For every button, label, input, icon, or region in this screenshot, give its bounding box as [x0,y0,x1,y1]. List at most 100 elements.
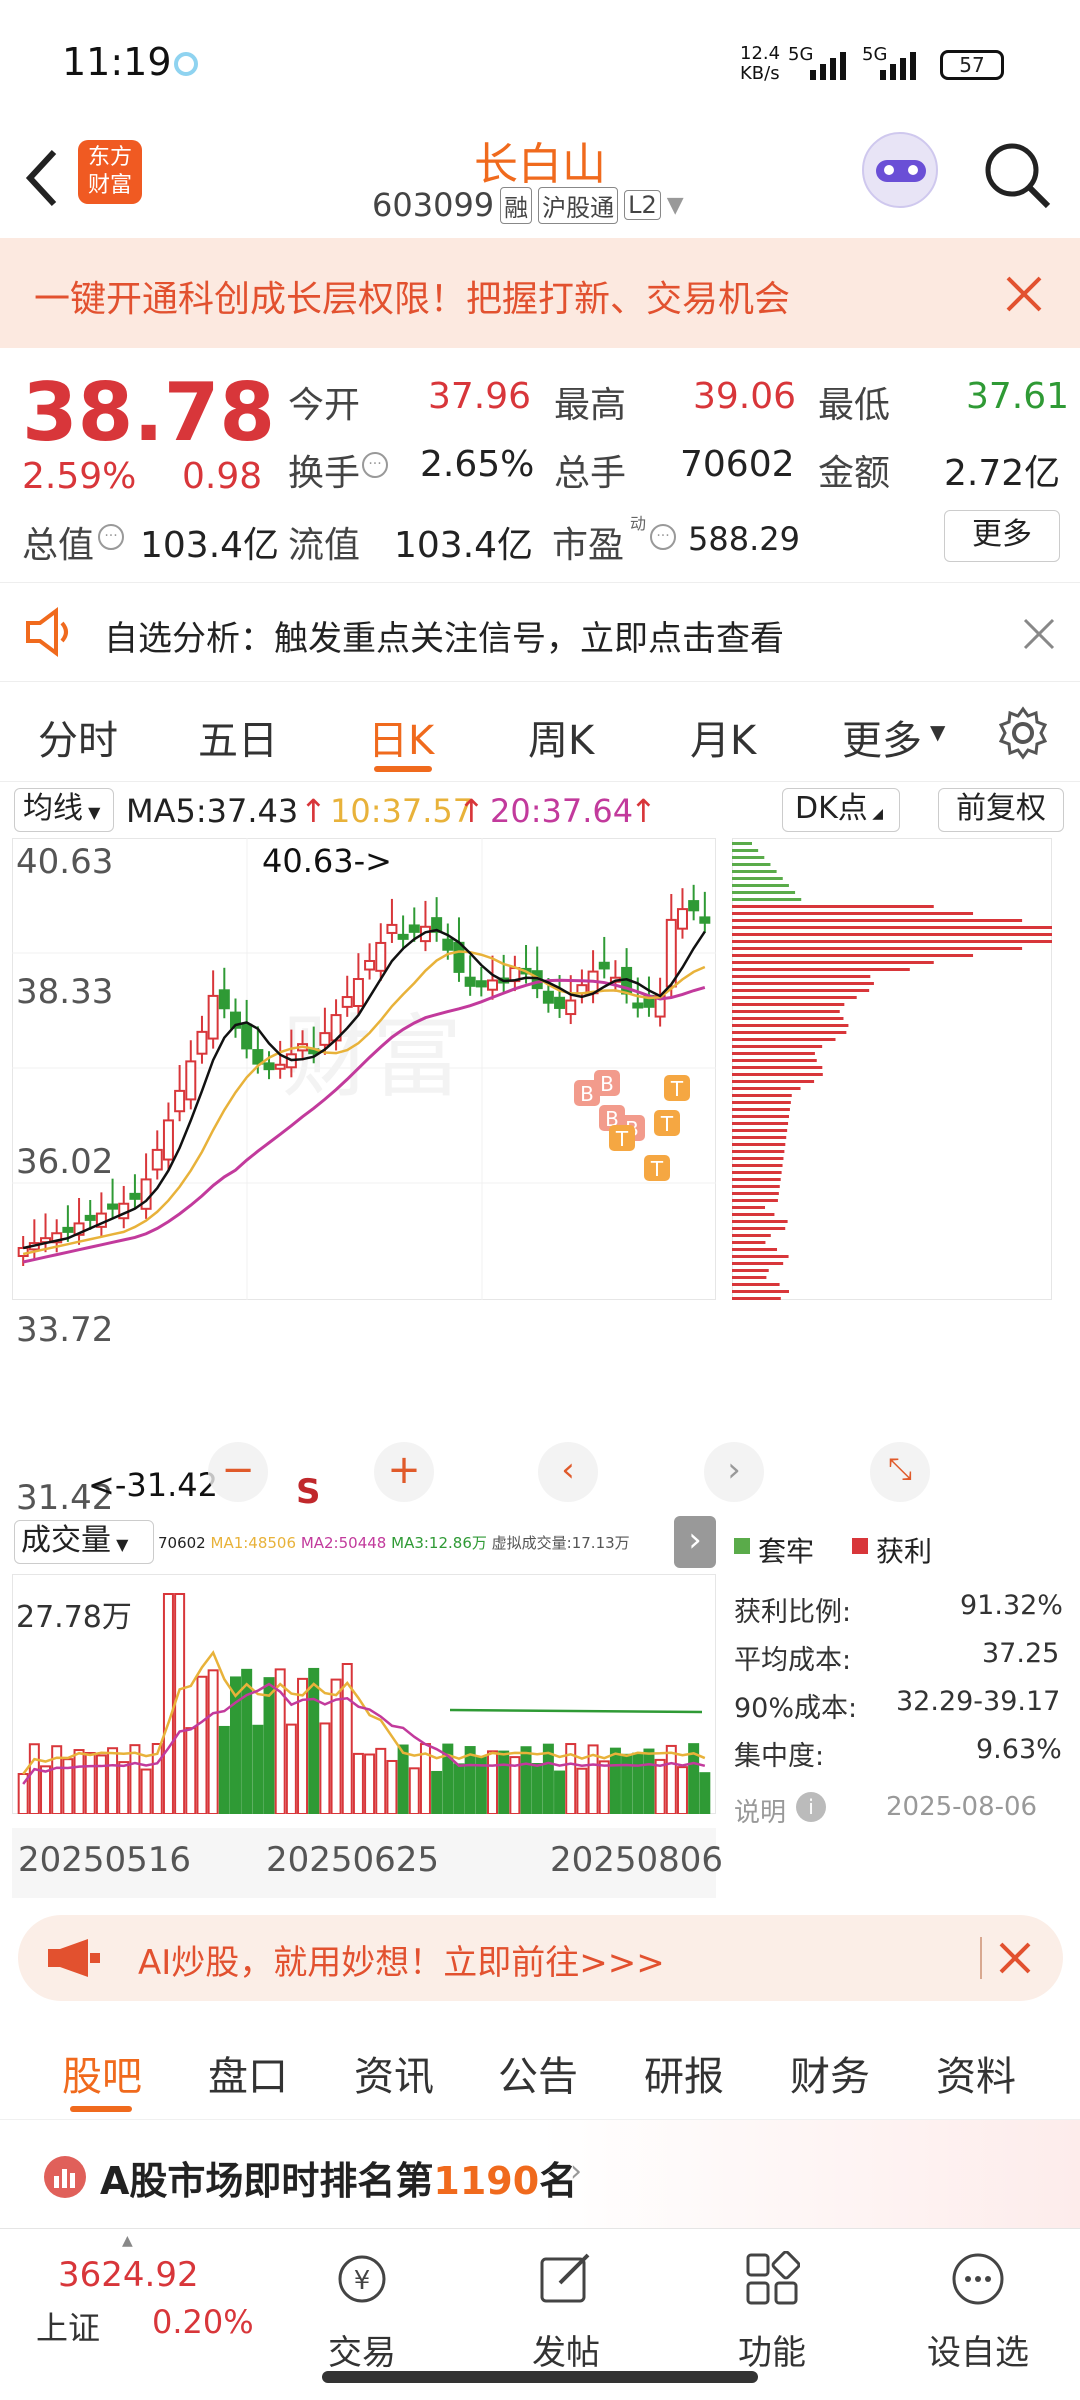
analysis-alert[interactable]: 自选分析：触发重点关注信号，立即点击查看 [0,582,1080,682]
candle [263,1062,275,1071]
dropdown-icon[interactable]: ▼ [667,193,684,218]
more-button[interactable]: 更多 [944,510,1060,562]
candle [386,923,398,934]
stock-code-row: 603099 融 沪股通 L2 ▼ [372,186,684,224]
svg-text:¥: ¥ [354,2266,371,2296]
rank-text: A股市场即时排名第1190名 [100,2159,578,2203]
tab-more[interactable]: 更多 [842,708,922,766]
tab-order-book[interactable]: 盘口 [208,2044,288,2102]
legend-profit-swatch [852,1538,868,1554]
tab-forum[interactable]: 股吧 [62,2044,142,2102]
chip-bar [732,1220,788,1223]
tab-intraday[interactable]: 分时 [38,708,118,766]
fullscreen-icon[interactable]: ⤡ [870,1442,930,1502]
close-icon[interactable] [1022,617,1056,651]
settings-gear-icon[interactable] [996,706,1050,760]
date-axis: 20250516 20250625 20250806 [12,1828,723,1898]
volume-bar [464,1746,476,1814]
tab-financials[interactable]: 财务 [790,2044,870,2102]
chip-bar [732,1199,778,1202]
note-label[interactable]: 说明 [734,1792,786,1829]
nav-trade[interactable]: ¥ 交易 [302,2243,422,2373]
candle [17,1247,29,1257]
candle [676,908,688,930]
high-label: 最高 [554,385,627,426]
rank-chart-icon [44,2156,86,2198]
chip-stat-value: 91.32% [960,1590,1063,1621]
volume-bar [40,1765,52,1814]
info-icon[interactable]: ··· [650,524,676,550]
candle [598,961,610,970]
close-icon[interactable] [1004,274,1044,314]
signal-badge-letter: T [650,1157,664,1181]
index-value[interactable]: 3624.92 [58,2255,199,2295]
scroll-left-button[interactable]: ‹ [538,1442,598,1502]
expand-panel-button[interactable]: › [674,1516,716,1568]
l2-tag[interactable]: L2 [624,190,661,220]
info-icon[interactable]: i [796,1792,826,1822]
info-icon[interactable]: ··· [362,452,388,478]
candlestick-chart[interactable]: 财富 BBBBTTTT [12,838,716,1300]
pe-value: 588.29 [688,520,800,558]
candle [554,996,566,1009]
tab-announcements[interactable]: 公告 [498,2044,578,2102]
candle [218,989,230,1010]
nav-functions[interactable]: 功能 [712,2243,832,2373]
expand-up-icon[interactable]: ▲ [122,2233,133,2249]
info-icon[interactable]: ··· [98,524,124,550]
tab-news[interactable]: 资讯 [354,2044,434,2102]
chip-bar [732,1031,847,1034]
chip-bar [732,1248,778,1251]
ma5-up-arrow: ↑ [300,792,327,830]
mktcap-label: 总值 [22,525,95,566]
ai-banner[interactable]: AI炒股，就用妙想！立即前往>>> [18,1915,1063,2001]
close-icon[interactable] [998,1941,1032,1975]
volume-bar [408,1767,420,1814]
chip-bar [732,1290,789,1293]
chip-bar [732,1038,836,1041]
promo-banner[interactable]: 一键开通科创成长层权限！把握打新、交易机会 [0,238,1080,348]
chip-bar [732,1206,766,1209]
chip-bar [732,996,857,999]
zoom-out-button[interactable]: − [208,1442,268,1502]
ma-select[interactable]: 均线 ▼ [14,788,114,832]
price-adjust-select[interactable]: 前复权 [938,788,1064,832]
nav-add-watchlist[interactable]: 设自选 [918,2243,1038,2373]
candle [375,941,387,972]
volume-bar [229,1676,241,1814]
candle [352,978,364,1007]
market-rank-row[interactable]: A股市场即时排名第1190名 › [0,2120,1080,2230]
volume-bar [140,1768,152,1814]
scroll-right-button[interactable]: › [704,1442,764,1502]
tab-weekly-k[interactable]: 周K [528,708,594,766]
volume-ma1: MA1:48506 [210,1534,297,1552]
robot-avatar-icon[interactable] [862,132,938,208]
legend-profit: 获利 [876,1535,933,1568]
volume-bar [28,1743,40,1814]
tab-research[interactable]: 研报 [644,2044,724,2102]
candle [162,1119,174,1161]
pe-label: 市盈 [552,525,625,566]
tab-monthly-k[interactable]: 月K [690,708,756,766]
chip-bar [732,877,783,880]
nav-post[interactable]: 发帖 [506,2243,626,2373]
volume-bar [520,1746,532,1814]
zoom-in-button[interactable]: + [374,1442,434,1502]
volume-bar [308,1667,320,1814]
chevron-right-icon: › [570,2154,582,2189]
volume-bar [185,1727,197,1814]
chip-bar [732,947,1023,950]
volume-indicator-select[interactable]: 成交量 ▼ [14,1520,154,1564]
volume-bar [263,1677,275,1814]
chip-bar [732,1164,783,1167]
tab-daily-k[interactable]: 日K [368,708,434,766]
volume-bar [609,1747,621,1814]
tab-profile[interactable]: 资料 [936,2044,1016,2102]
search-icon[interactable] [982,140,1052,210]
candle [62,1226,74,1233]
volume-bar [386,1759,398,1814]
dk-point-select[interactable]: DK点 ◢ [782,788,900,832]
tab-five-day[interactable]: 五日 [198,708,278,766]
candle [207,994,219,1040]
candle [185,1060,197,1101]
